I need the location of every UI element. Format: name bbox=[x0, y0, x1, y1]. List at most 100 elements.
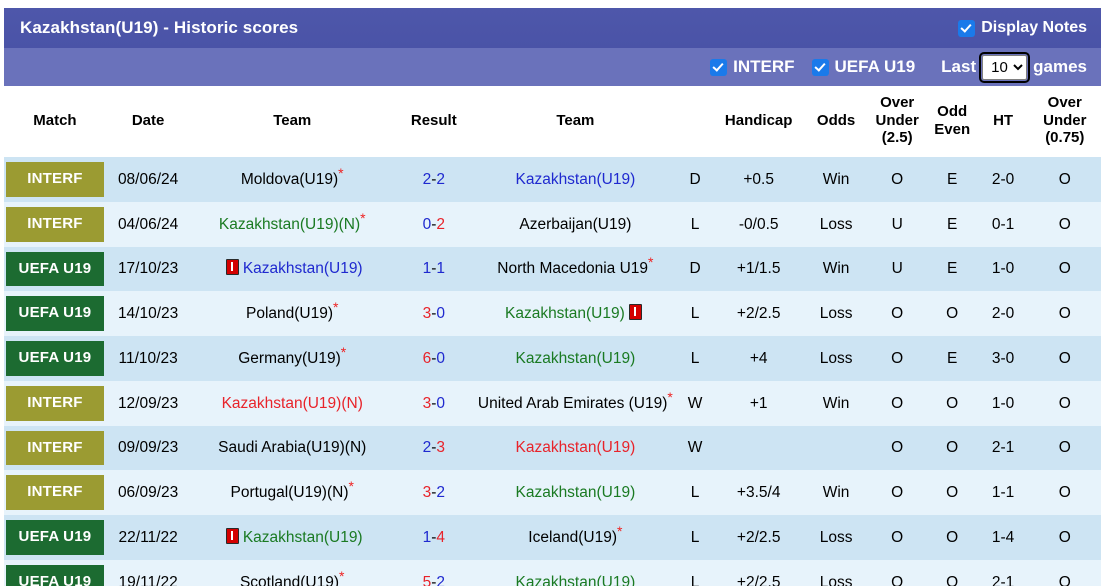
display-notes-toggle[interactable]: Display Notes bbox=[959, 19, 1087, 37]
last-games-control: Last 10203050 games bbox=[941, 51, 1087, 83]
home-team-cell[interactable]: Kazakhstan(U19)(N) bbox=[190, 380, 395, 426]
odd-even-value: O bbox=[926, 291, 978, 337]
over-under-075-value: O bbox=[1028, 201, 1101, 247]
match-score: 3-2 bbox=[394, 470, 474, 516]
display-notes-checkbox[interactable] bbox=[959, 20, 975, 36]
table-row[interactable]: UEFA U19 22/11/22 Kazakhstan(U19) 1-4 Icelan… bbox=[4, 515, 1101, 560]
table-row[interactable]: INTERF 12/09/23 Kazakhstan(U19)(N) 3-0 Unite… bbox=[4, 380, 1101, 426]
match-competition-cell[interactable]: UEFA U19 bbox=[4, 336, 106, 381]
over-under-25-value: O bbox=[867, 157, 927, 202]
col-ou25-line3: (2.5) bbox=[881, 129, 913, 147]
home-team-cell[interactable]: Saudi Arabia(U19)(N) bbox=[190, 425, 395, 471]
half-time-score: 1-4 bbox=[977, 515, 1029, 560]
note-asterisk: * bbox=[333, 298, 339, 315]
col-wdl bbox=[677, 86, 713, 158]
over-under-075-value: O bbox=[1028, 157, 1101, 202]
table-row[interactable]: INTERF 08/06/24 Moldova(U19)* 2-2 Kazakhstan… bbox=[4, 157, 1101, 202]
away-team-cell[interactable]: Kazakhstan(U19) bbox=[473, 336, 678, 381]
competition-badge: UEFA U19 bbox=[6, 564, 104, 586]
away-team-cell[interactable]: Kazakhstan(U19) bbox=[473, 157, 678, 202]
filter-interf[interactable]: INTERF bbox=[711, 57, 795, 77]
table-row[interactable]: UEFA U19 11/10/23 Germany(U19)* 6-0 Kazakhst… bbox=[4, 336, 1101, 381]
home-team-cell[interactable]: Germany(U19)* bbox=[190, 336, 395, 381]
col-odds[interactable]: Odds bbox=[804, 86, 868, 158]
match-competition-cell[interactable]: INTERF bbox=[4, 470, 106, 516]
match-competition-cell[interactable]: INTERF bbox=[4, 201, 106, 247]
match-competition-cell[interactable]: INTERF bbox=[4, 425, 106, 471]
display-notes-label: Display Notes bbox=[981, 19, 1087, 36]
score-away: 0 bbox=[436, 394, 445, 412]
col-home-team[interactable]: Team bbox=[190, 86, 395, 158]
away-team-cell[interactable]: Kazakhstan(U19) bbox=[473, 559, 678, 586]
red-card-icon bbox=[225, 527, 239, 544]
away-team-cell[interactable]: North Macedonia U19* bbox=[473, 246, 678, 292]
col-ht[interactable]: HT bbox=[977, 86, 1029, 158]
table-row[interactable]: UEFA U19 19/11/22 Scotland(U19)* 5-2 Kazakhs… bbox=[4, 559, 1101, 586]
odd-even-value: E bbox=[926, 201, 978, 247]
col-over-under-25[interactable]: Over Under (2.5) bbox=[867, 86, 927, 158]
red-card-icon bbox=[628, 304, 642, 320]
over-under-25-value: O bbox=[867, 515, 927, 560]
col-over-under-075[interactable]: Over Under (0.75) bbox=[1028, 86, 1101, 158]
home-team-name: Kazakhstan(U19)(N) bbox=[218, 215, 361, 233]
col-oddeven-line1: Odd bbox=[937, 102, 968, 120]
table-row[interactable]: INTERF 09/09/23 Saudi Arabia(U19)(N) 2-3 Kaz… bbox=[4, 425, 1101, 471]
match-date: 12/09/23 bbox=[105, 380, 191, 426]
col-ou075-line3: (0.75) bbox=[1045, 129, 1085, 147]
handicap-value: +1 bbox=[712, 380, 805, 426]
handicap-value: +1/1.5 bbox=[712, 246, 805, 292]
away-team-name: Kazakhstan(U19) bbox=[515, 484, 636, 501]
table-row[interactable]: INTERF 04/06/24 Kazakhstan(U19)(N)* 0-2 Azer… bbox=[4, 201, 1101, 247]
score-away: 2 bbox=[436, 215, 445, 233]
home-team-cell[interactable]: Kazakhstan(U19)(N)* bbox=[190, 201, 395, 247]
home-team-cell[interactable]: Kazakhstan(U19) bbox=[190, 246, 395, 292]
games-count-select[interactable]: 10203050 bbox=[979, 51, 1031, 83]
score-home: 2 bbox=[422, 170, 432, 188]
match-competition-cell[interactable]: UEFA U19 bbox=[4, 559, 106, 586]
col-match[interactable]: Match bbox=[4, 86, 106, 158]
col-result[interactable]: Result bbox=[394, 86, 474, 158]
odd-even-value: O bbox=[926, 380, 978, 426]
score-away: 0 bbox=[436, 305, 445, 322]
home-team-name: Portugal(U19)(N) bbox=[230, 484, 349, 501]
match-competition-cell[interactable]: INTERF bbox=[4, 157, 106, 202]
match-date: 04/06/24 bbox=[105, 201, 191, 247]
table-row[interactable]: INTERF 06/09/23 Portugal(U19)(N)* 3-2 Kazakh… bbox=[4, 470, 1101, 516]
away-team-cell[interactable]: United Arab Emirates (U19)* bbox=[473, 380, 678, 426]
away-team-cell[interactable]: Kazakhstan(U19) bbox=[473, 291, 678, 337]
match-outcome: W bbox=[677, 425, 713, 471]
filter-uefa-u19[interactable]: UEFA U19 bbox=[812, 57, 915, 77]
match-competition-cell[interactable]: UEFA U19 bbox=[4, 515, 106, 560]
home-team-cell[interactable]: Scotland(U19)* bbox=[190, 559, 395, 586]
col-away-team[interactable]: Team bbox=[473, 86, 678, 158]
col-date[interactable]: Date bbox=[105, 86, 191, 158]
away-team-cell[interactable]: Azerbaijan(U19) bbox=[473, 201, 678, 247]
over-under-25-value: O bbox=[867, 291, 927, 337]
away-team-cell[interactable]: Iceland(U19)* bbox=[473, 515, 678, 560]
col-odd-even[interactable]: Odd Even bbox=[926, 86, 978, 158]
uefa-checkbox[interactable] bbox=[812, 59, 828, 75]
interf-checkbox[interactable] bbox=[711, 59, 727, 75]
col-handicap[interactable]: Handicap bbox=[712, 86, 805, 158]
away-team-cell[interactable]: Kazakhstan(U19) bbox=[473, 470, 678, 516]
home-team-cell[interactable]: Kazakhstan(U19) bbox=[190, 515, 395, 560]
match-competition-cell[interactable]: UEFA U19 bbox=[4, 291, 106, 337]
table-row[interactable]: UEFA U19 14/10/23 Poland(U19)* 3-0 Kazakhsta… bbox=[4, 291, 1101, 337]
match-competition-cell[interactable]: UEFA U19 bbox=[4, 246, 106, 292]
match-date: 11/10/23 bbox=[105, 336, 191, 381]
table-header-row: Match Date Team Result Team Handicap Odd… bbox=[4, 86, 1101, 158]
match-outcome: D bbox=[677, 157, 713, 202]
away-team-name: Kazakhstan(U19) bbox=[515, 439, 636, 457]
last-label: Last bbox=[941, 57, 977, 76]
home-team-cell[interactable]: Portugal(U19)(N)* bbox=[190, 470, 395, 516]
away-team-name: United Arab Emirates (U19) bbox=[477, 394, 668, 412]
score-away: 4 bbox=[436, 528, 445, 546]
note-asterisk: * bbox=[360, 209, 366, 226]
odds-value: Loss bbox=[804, 201, 868, 247]
home-team-cell[interactable]: Poland(U19)* bbox=[190, 291, 395, 337]
match-competition-cell[interactable]: INTERF bbox=[4, 380, 106, 426]
table-row[interactable]: UEFA U19 17/10/23 Kazakhstan(U19) 1-1 North … bbox=[4, 246, 1101, 292]
home-team-cell[interactable]: Moldova(U19)* bbox=[190, 157, 395, 202]
handicap-value: +2/2.5 bbox=[712, 291, 805, 337]
away-team-cell[interactable]: Kazakhstan(U19) bbox=[473, 425, 678, 471]
